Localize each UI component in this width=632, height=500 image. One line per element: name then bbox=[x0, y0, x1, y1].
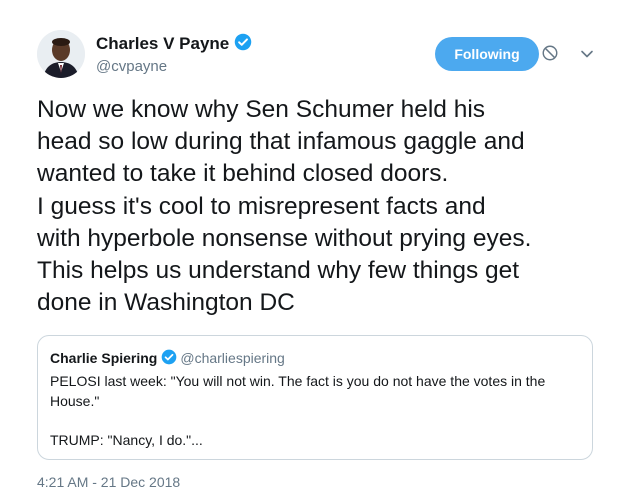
quoted-tweet-header: Charlie Spiering @charliespiering bbox=[50, 349, 285, 368]
quoted-author-handle: @charliespiering bbox=[180, 350, 285, 366]
author-handle[interactable]: @cvpayne bbox=[96, 58, 167, 75]
chevron-down-icon[interactable] bbox=[580, 47, 594, 61]
avatar[interactable] bbox=[37, 30, 85, 78]
quoted-author-name: Charlie Spiering bbox=[50, 350, 158, 366]
author-name-row[interactable]: Charles V Payne bbox=[96, 33, 252, 56]
tweet-timestamp[interactable]: 4:21 AM - 21 Dec 2018 bbox=[37, 474, 180, 490]
verified-badge-icon bbox=[234, 33, 252, 56]
following-button[interactable]: Following bbox=[435, 37, 539, 71]
block-icon[interactable] bbox=[541, 44, 559, 62]
quoted-tweet[interactable]: Charlie Spiering @charliespiering PELOSI … bbox=[37, 335, 593, 460]
quoted-tweet-text: PELOSI last week: "You will not win. The… bbox=[50, 373, 546, 448]
avatar-image bbox=[37, 30, 85, 78]
tweet-text: Now we know why Sen Schumer held his hea… bbox=[37, 96, 532, 317]
verified-badge-icon bbox=[161, 349, 177, 368]
author-name[interactable]: Charles V Payne bbox=[96, 34, 229, 53]
